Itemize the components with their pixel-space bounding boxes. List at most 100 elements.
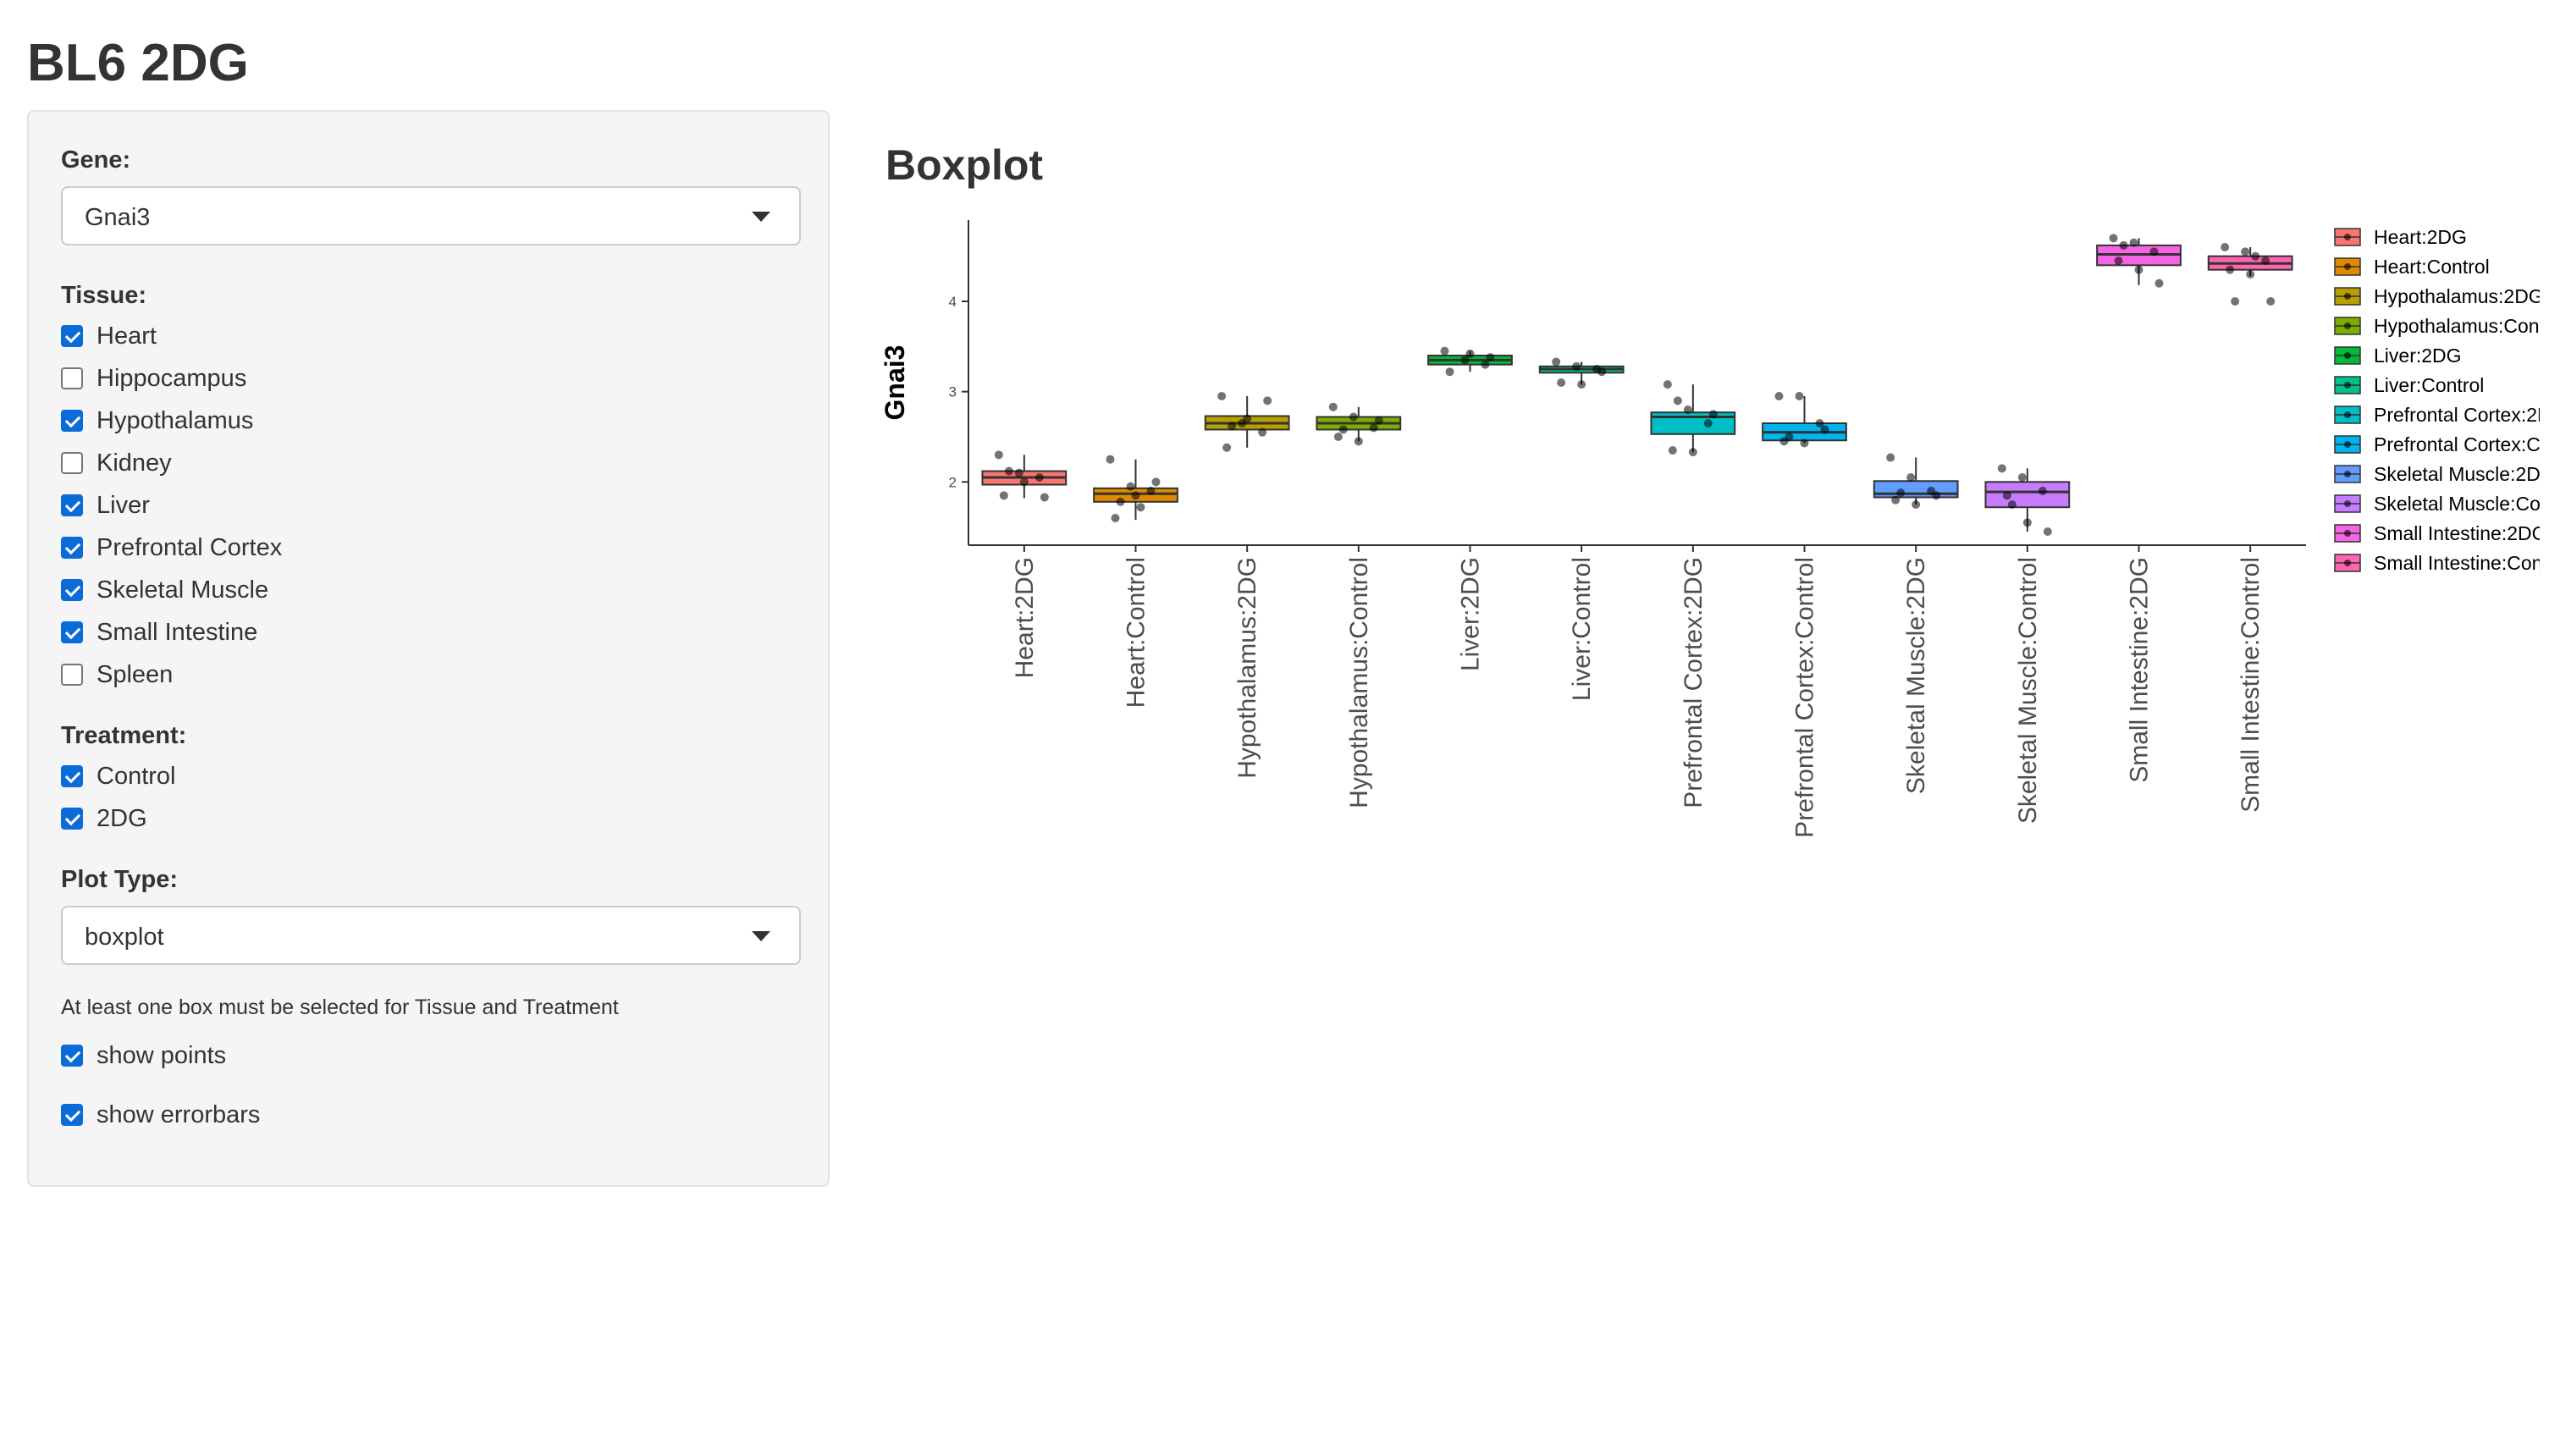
data-point [2251, 251, 2260, 261]
legend-label: Skeletal Muscle:2DG [2374, 463, 2540, 485]
data-point [1222, 443, 1232, 452]
data-point [1708, 410, 1718, 419]
checkbox-label: Control [97, 763, 176, 790]
data-point [1800, 438, 1809, 448]
sidebar-panel: Gene: Gnai3 Tissue: Heart Hippocampus Hy… [27, 110, 830, 1187]
data-point [1906, 473, 1916, 482]
legend-label: Prefrontal Cortex:Control [2374, 433, 2540, 455]
data-point [1663, 380, 1672, 389]
help-text: At least one box must be selected for Ti… [61, 995, 619, 1019]
checkbox-label: Heart [97, 323, 157, 350]
chevron-down-icon [752, 212, 770, 222]
data-point [1440, 346, 1449, 356]
data-point [1912, 500, 1921, 509]
checkbox[interactable] [61, 325, 83, 347]
checkbox[interactable] [61, 808, 83, 830]
legend-label: Liver:Control [2374, 374, 2484, 396]
x-tick-label: Liver:Control [1568, 557, 1596, 701]
checkbox[interactable] [61, 765, 83, 787]
data-point [1106, 455, 1115, 464]
checkbox[interactable] [61, 537, 83, 559]
data-point [1703, 419, 1713, 427]
data-point [2149, 247, 2159, 256]
gene-select-value: Gnai3 [85, 204, 151, 231]
data-point [1465, 349, 1475, 358]
plot-type-select[interactable]: boxplot [61, 906, 801, 965]
checkbox[interactable] [61, 579, 83, 601]
data-point [2017, 473, 2027, 482]
checkbox[interactable] [61, 621, 83, 643]
checkbox-label: Liver [97, 492, 150, 519]
data-point [1034, 473, 1044, 482]
x-tick-label: Skeletal Muscle:2DG [1902, 557, 1930, 794]
data-point [1932, 491, 1941, 500]
x-tick-label: Small Intestine:2DG [2126, 557, 2154, 783]
legend-point [2344, 530, 2351, 537]
data-point [1116, 497, 1125, 506]
legend-point [2344, 560, 2351, 566]
data-point [2134, 265, 2143, 274]
boxplot-chart: 2 3 4 Gnai3 Heart:2DG Heart:Control Hypothalam… [880, 220, 2540, 838]
data-point [1126, 482, 1135, 491]
legend-label: Heart:Control [2374, 256, 2490, 278]
data-point [1886, 453, 1895, 462]
checkbox-label: Small Intestine [97, 619, 258, 646]
checkbox[interactable] [61, 494, 83, 516]
data-point [2043, 527, 2052, 536]
data-point [1552, 357, 1561, 367]
data-point [1891, 495, 1901, 505]
data-point [2221, 243, 2230, 251]
data-point [2246, 270, 2255, 279]
data-point [1374, 416, 1383, 425]
box [1984, 481, 2071, 509]
checkbox[interactable] [61, 452, 83, 474]
data-point [2002, 491, 2011, 500]
legend-point [2344, 352, 2351, 359]
data-point [1896, 488, 1906, 498]
x-tick-label: Small Intestine:Control [2237, 557, 2265, 813]
data-point [2114, 256, 2123, 265]
data-point [994, 450, 1003, 460]
legend-label: Small Intestine:Control [2374, 552, 2540, 574]
checkbox-label: Hypothalamus [97, 407, 254, 434]
checkbox[interactable] [61, 664, 83, 686]
data-point [1774, 392, 1784, 400]
legend-label: Heart:2DG [2374, 226, 2467, 248]
data-point [1111, 514, 1120, 522]
x-tick-label: Hypothalamus:2DG [1233, 557, 1261, 779]
checkbox-label: show points [97, 1042, 227, 1069]
x-tick-label: Skeletal Muscle:Control [2014, 557, 2042, 824]
checkbox-label: Spleen [97, 661, 174, 688]
checkbox[interactable] [61, 1104, 83, 1126]
data-point [1683, 405, 1692, 414]
data-point [1688, 448, 1697, 457]
data-point [1328, 402, 1338, 411]
legend-point [2344, 234, 2351, 240]
data-point [2266, 297, 2276, 306]
legend-label: Skeletal Muscle:Control [2374, 493, 2540, 515]
legend-point [2344, 323, 2351, 329]
legend-label: Liver:2DG [2374, 345, 2462, 367]
checkbox-label: Kidney [97, 449, 172, 477]
legend-point [2344, 411, 2351, 418]
legend-point [2344, 471, 2351, 477]
data-point [1243, 414, 1252, 423]
data-point [1369, 423, 1378, 433]
data-point [2226, 265, 2235, 274]
treatment-label: Treatment: [61, 722, 187, 749]
checkbox[interactable] [61, 410, 83, 432]
data-point [1263, 396, 1272, 405]
data-point [2007, 500, 2017, 509]
data-point [1481, 360, 1490, 369]
gene-select[interactable]: Gnai3 [61, 186, 801, 245]
checkbox[interactable] [61, 367, 83, 389]
y-axis-title: Gnai3 [880, 345, 910, 421]
data-point [2231, 297, 2240, 306]
y-tick-label: 4 [949, 294, 957, 310]
checkbox[interactable] [61, 1045, 83, 1067]
data-point [1019, 477, 1029, 487]
data-point [1445, 367, 1454, 377]
data-point [1997, 464, 2006, 473]
legend-point [2344, 500, 2351, 507]
data-point [1668, 446, 1677, 455]
